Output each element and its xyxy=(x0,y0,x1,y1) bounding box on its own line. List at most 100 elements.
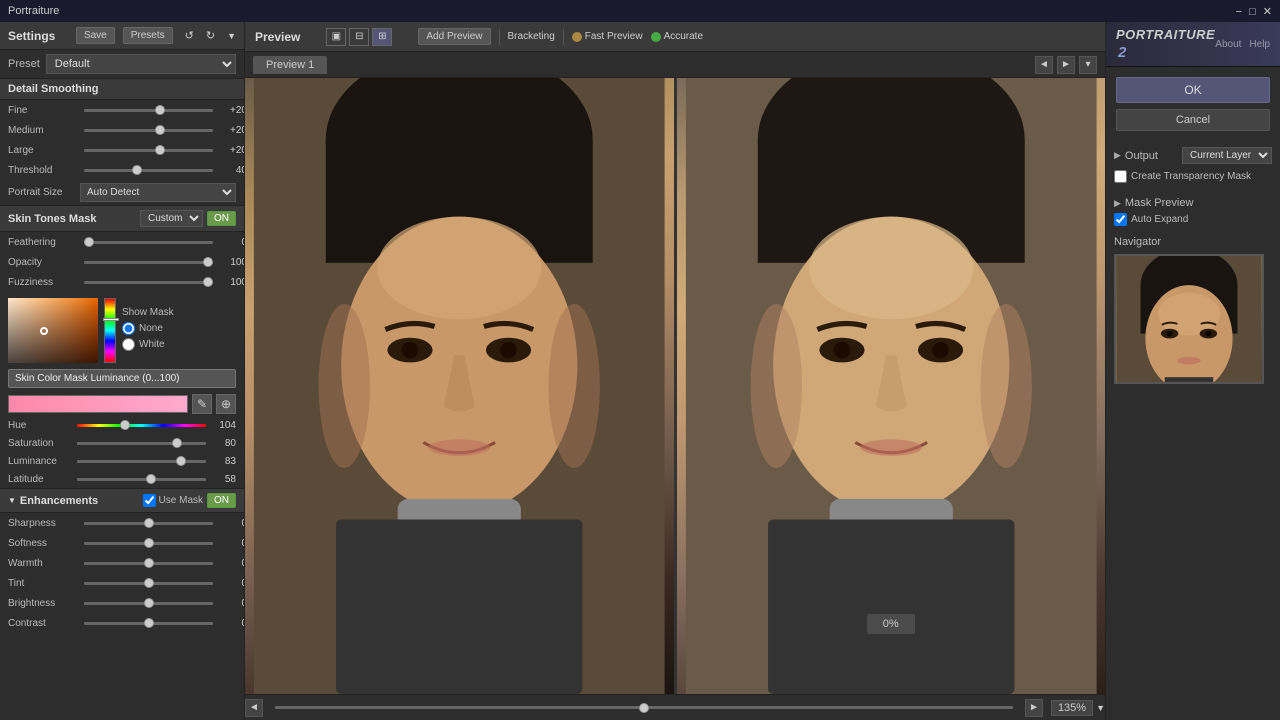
nav-thumbnail-svg xyxy=(1116,256,1262,382)
enhancements-header: ▼ Enhancements Use Mask ON xyxy=(0,488,244,513)
fast-preview-label[interactable]: Fast Preview xyxy=(585,31,643,42)
single-view-icon: ▣ xyxy=(332,31,341,42)
portrait-size-select[interactable]: Auto Detect Small Medium Large xyxy=(80,183,236,202)
latitude-slider[interactable] xyxy=(77,478,206,481)
minimize-btn[interactable]: − xyxy=(1236,6,1242,18)
single-view-btn[interactable]: ▣ xyxy=(326,28,346,46)
preset-select[interactable]: Default xyxy=(46,54,236,74)
color-swatch[interactable] xyxy=(8,395,188,413)
feathering-slider[interactable] xyxy=(84,241,213,244)
show-mask-white-radio[interactable] xyxy=(122,338,135,351)
fuzziness-slider[interactable] xyxy=(84,281,213,284)
section-toggle-icon[interactable]: ▼ xyxy=(8,496,16,505)
brightness-value: 0 xyxy=(217,598,245,609)
saturation-value: 80 xyxy=(210,438,236,449)
output-select[interactable]: Current Layer New Layer xyxy=(1182,147,1272,164)
detail-smoothing-header: Detail Smoothing xyxy=(0,78,244,100)
undo-icon[interactable]: ↺ xyxy=(185,29,194,42)
hue-slider[interactable] xyxy=(77,424,206,427)
opacity-value: 100 xyxy=(217,257,245,268)
center-preview: Preview ▣ ⊟ ⊞ Add Preview Brack xyxy=(245,22,1105,720)
eyedropper-icon: ✎ xyxy=(197,397,207,411)
luminance-slider[interactable] xyxy=(77,460,206,463)
mask-header: ▶ Mask Preview xyxy=(1114,197,1272,209)
dual-view-btn[interactable]: ⊞ xyxy=(372,28,392,46)
latitude-value: 58 xyxy=(210,474,236,485)
close-btn[interactable]: ✕ xyxy=(1263,6,1272,18)
preview-fwd-btn[interactable]: ► xyxy=(1025,699,1043,717)
preview-before xyxy=(245,78,674,694)
left-panel: Settings Save Presets ↺ ↻ ▼ Preset Defau… xyxy=(0,22,245,720)
sharpness-slider[interactable] xyxy=(84,522,213,525)
accurate-dot xyxy=(651,32,661,42)
medium-slider[interactable] xyxy=(84,129,213,132)
color-gradient[interactable] xyxy=(8,298,98,363)
saturation-slider-row: Saturation 80 xyxy=(0,434,244,452)
latitude-label: Latitude xyxy=(8,474,73,485)
threshold-slider[interactable] xyxy=(84,169,213,172)
fast-preview-dot xyxy=(572,32,582,42)
use-mask-checkbox[interactable] xyxy=(143,494,156,507)
portrait-size-row: Portrait Size Auto Detect Small Medium L… xyxy=(0,180,244,205)
feathering-label: Feathering xyxy=(8,237,80,248)
dropdown-arrow-icon[interactable]: ▼ xyxy=(227,31,236,41)
create-mask-label: Create Transparency Mask xyxy=(1131,171,1251,182)
preview-position-slider[interactable] xyxy=(275,706,1013,709)
enhancements-on-button[interactable]: ON xyxy=(207,493,236,508)
brand-version: 2 xyxy=(1118,44,1127,61)
contrast-value: 0 xyxy=(217,618,245,629)
preview-tab-1[interactable]: Preview 1 xyxy=(253,56,327,74)
accurate-label[interactable]: Accurate xyxy=(664,31,703,42)
hue-value: 104 xyxy=(210,420,236,431)
save-button[interactable]: Save xyxy=(76,27,115,44)
hue-bar[interactable] xyxy=(104,298,116,363)
fuzziness-value: 100 xyxy=(217,277,245,288)
ok-cancel-area: OK Cancel xyxy=(1106,67,1280,141)
warmth-slider[interactable] xyxy=(84,562,213,565)
reset-color-button[interactable]: ⊕ xyxy=(216,394,236,414)
tab-menu-arrow[interactable]: ▾ xyxy=(1079,56,1097,74)
cancel-button[interactable]: Cancel xyxy=(1116,109,1270,131)
preset-label: Preset xyxy=(8,58,40,70)
skin-mask-mode-select[interactable]: Custom Auto xyxy=(140,210,203,227)
redo-icon[interactable]: ↻ xyxy=(206,29,215,42)
warmth-label: Warmth xyxy=(8,558,80,569)
show-mask-none-radio[interactable] xyxy=(122,322,135,335)
softness-slider[interactable] xyxy=(84,542,213,545)
saturation-slider[interactable] xyxy=(77,442,206,445)
tab-next-arrow[interactable]: ► xyxy=(1057,56,1075,74)
preview-after: 0% xyxy=(677,78,1106,694)
tooltip-text: Skin Color Mask Luminance (0...100) xyxy=(15,373,180,384)
zoom-dropdown-icon[interactable]: ▼ xyxy=(1096,703,1105,713)
fine-slider[interactable] xyxy=(84,109,213,112)
large-slider[interactable] xyxy=(84,149,213,152)
opacity-row: Opacity 100 % xyxy=(0,252,244,272)
warmth-row: Warmth 0 xyxy=(0,553,244,573)
brightness-slider[interactable] xyxy=(84,602,213,605)
tab-prev-arrow[interactable]: ◄ xyxy=(1035,56,1053,74)
tint-row: Tint 0 xyxy=(0,573,244,593)
color-picker-cursor[interactable] xyxy=(40,327,48,335)
skin-mask-on-button[interactable]: ON xyxy=(207,211,236,226)
about-link[interactable]: About xyxy=(1215,39,1241,50)
add-preview-button[interactable]: Add Preview xyxy=(418,28,490,45)
softness-row: Softness 0 xyxy=(0,533,244,553)
help-link[interactable]: Help xyxy=(1249,39,1270,50)
eyedropper-button[interactable]: ✎ xyxy=(192,394,212,414)
presets-button[interactable]: Presets xyxy=(123,27,173,44)
output-header: ▶ Output Current Layer New Layer xyxy=(1114,147,1272,164)
opacity-slider[interactable] xyxy=(84,261,213,264)
tint-slider[interactable] xyxy=(84,582,213,585)
threshold-row: Threshold 40 xyxy=(0,160,244,180)
enhancements-title: Enhancements xyxy=(20,495,98,507)
maximize-btn[interactable]: □ xyxy=(1249,6,1256,18)
contrast-label: Contrast xyxy=(8,618,80,629)
ok-button[interactable]: OK xyxy=(1116,77,1270,103)
navigator-thumbnail[interactable] xyxy=(1114,254,1264,384)
contrast-slider[interactable] xyxy=(84,622,213,625)
auto-expand-checkbox[interactable] xyxy=(1114,213,1127,226)
hue-label: Hue xyxy=(8,420,73,431)
split-view-btn[interactable]: ⊟ xyxy=(349,28,369,46)
create-mask-checkbox[interactable] xyxy=(1114,170,1127,183)
preview-back-btn[interactable]: ◄ xyxy=(245,699,263,717)
